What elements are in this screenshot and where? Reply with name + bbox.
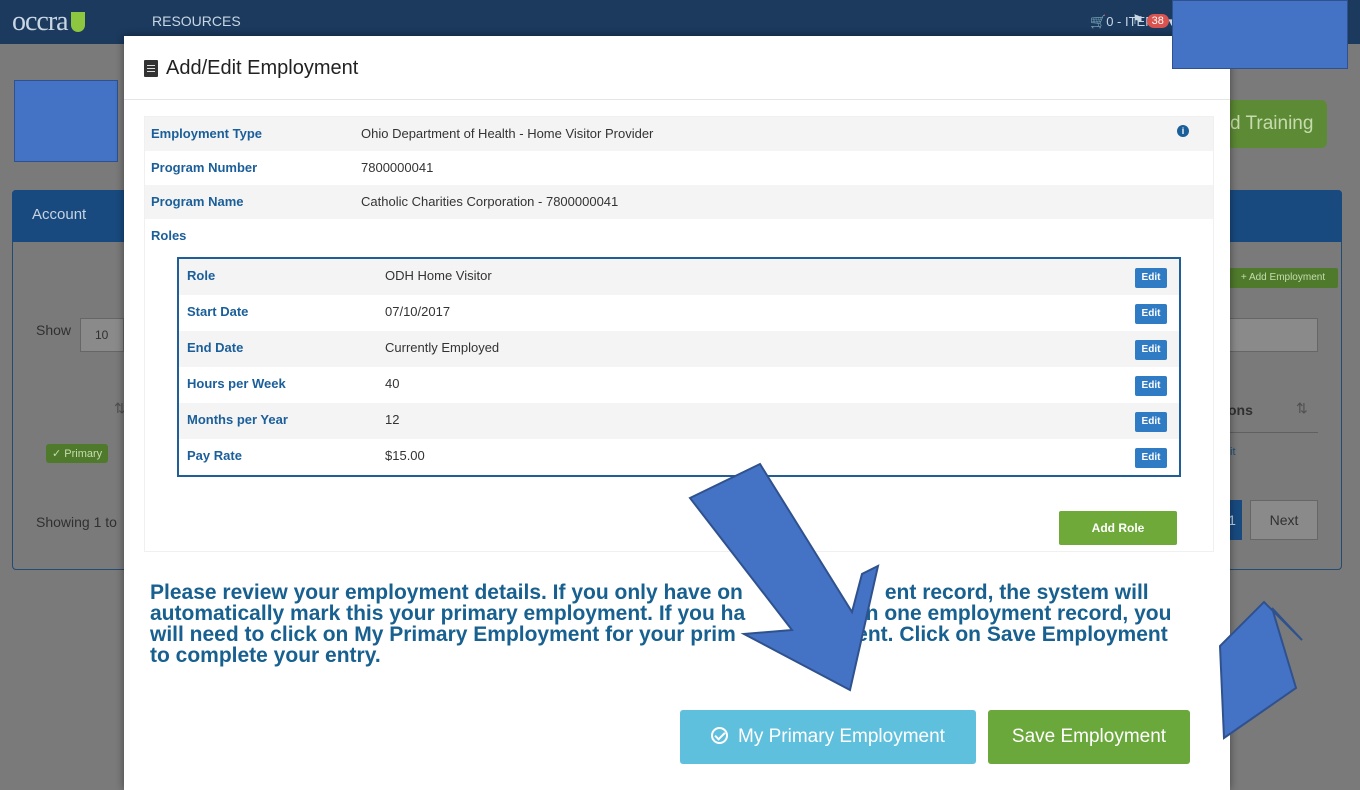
primary-badge: ✓ Primary	[46, 444, 109, 463]
detail-row-program-number: Program Number 7800000041	[145, 151, 1213, 185]
edit-link[interactable]: it	[1230, 446, 1236, 458]
detail-row-roles: Roles	[145, 219, 1213, 253]
role-value: 07/10/2017	[385, 304, 451, 319]
role-value: 12	[385, 412, 400, 427]
edit-hours-button[interactable]: Edit	[1135, 376, 1167, 396]
employment-details: Employment Type Ohio Department of Healt…	[144, 116, 1214, 552]
role-label: Pay Rate	[187, 448, 242, 463]
role-row-end-date: End Date Currently Employed Edit	[179, 331, 1179, 367]
detail-value: 7800000041	[361, 160, 434, 175]
logo-mark-icon	[70, 12, 85, 32]
instructions-text: Please review your employment details. I…	[150, 582, 1206, 666]
notification-badge: 38	[1146, 14, 1169, 28]
detail-row-program-name: Program Name Catholic Charities Corporat…	[145, 185, 1213, 219]
check-circle-icon	[711, 727, 729, 744]
role-row-hours-per-week: Hours per Week 40 Edit	[179, 367, 1179, 403]
detail-label: Roles	[151, 228, 187, 243]
roles-table: Role ODH Home Visitor Edit Start Date 07…	[177, 257, 1181, 477]
cart-icon: 🛒	[1090, 14, 1107, 29]
instructions-line: to complete your entry.	[150, 644, 381, 667]
info-circle-icon[interactable]: i	[1177, 125, 1189, 137]
plus-icon: +	[1240, 272, 1249, 283]
role-value: ODH Home Visitor	[385, 268, 492, 283]
role-row-role: Role ODH Home Visitor Edit	[179, 259, 1179, 295]
detail-value: Catholic Charities Corporation - 7800000…	[361, 194, 619, 209]
role-row-start-date: Start Date 07/10/2017 Edit	[179, 295, 1179, 331]
role-value: $15.00	[385, 448, 425, 463]
modal-header: Add/Edit Employment	[124, 36, 1230, 100]
instructions-line: automatically mark this your primary emp…	[150, 602, 1172, 625]
detail-label: Employment Type	[151, 126, 263, 141]
role-row-months-per-year: Months per Year 12 Edit	[179, 403, 1179, 439]
add-edit-employment-modal: Add/Edit Employment Employment Type Ohio…	[124, 36, 1230, 790]
role-value: Currently Employed	[385, 340, 500, 355]
occrra-logo[interactable]: occra	[12, 6, 85, 38]
sort-icon[interactable]: ⇅	[1296, 400, 1308, 417]
showing-entries-text: Showing 1 to	[36, 514, 117, 530]
role-label: Start Date	[187, 304, 249, 319]
account-tab[interactable]: Account	[32, 206, 86, 223]
my-primary-employment-button[interactable]: My Primary Employment	[680, 710, 976, 764]
edit-end-date-button[interactable]: Edit	[1135, 340, 1167, 360]
edit-role-button[interactable]: Edit	[1135, 268, 1167, 288]
annotation-box-top-right	[1172, 0, 1348, 69]
edit-pay-rate-button[interactable]: Edit	[1135, 448, 1167, 468]
pagination-next[interactable]: Next	[1250, 500, 1318, 540]
page-size-select[interactable]: 10	[80, 318, 124, 352]
instructions-line: Please review your employment details. I…	[150, 581, 1149, 604]
role-label: End Date	[187, 340, 244, 355]
add-role-button[interactable]: Add Role	[1059, 511, 1177, 545]
nav-resources[interactable]: RESOURCES	[152, 13, 241, 29]
check-circle-icon: ✓	[52, 448, 65, 460]
actions-column-header: ons	[1228, 402, 1253, 418]
detail-value: Ohio Department of Health - Home Visitor…	[361, 126, 654, 141]
annotation-box-left	[14, 80, 118, 162]
detail-row-employment-type: Employment Type Ohio Department of Healt…	[145, 117, 1213, 151]
notifications-menu[interactable]: ⚑ 38	[1132, 12, 1169, 28]
role-row-pay-rate: Pay Rate $15.00 Edit	[179, 439, 1179, 475]
instructions-line: will need to click on My Primary Employm…	[150, 623, 1168, 646]
show-label: Show	[36, 322, 72, 338]
modal-title: Add/Edit Employment	[166, 57, 359, 79]
role-label: Hours per Week	[187, 376, 286, 391]
add-employment-button[interactable]: + Add Employment	[1228, 268, 1338, 288]
role-label: Months per Year	[187, 412, 288, 427]
edit-start-date-button[interactable]: Edit	[1135, 304, 1167, 324]
flag-icon: ⚑	[1132, 12, 1144, 27]
detail-label: Program Number	[151, 160, 258, 175]
edit-months-button[interactable]: Edit	[1135, 412, 1167, 432]
role-value: 40	[385, 376, 400, 391]
detail-label: Program Name	[151, 194, 244, 209]
role-label: Role	[187, 268, 216, 283]
building-icon	[144, 60, 158, 77]
save-employment-button[interactable]: Save Employment	[988, 710, 1190, 764]
